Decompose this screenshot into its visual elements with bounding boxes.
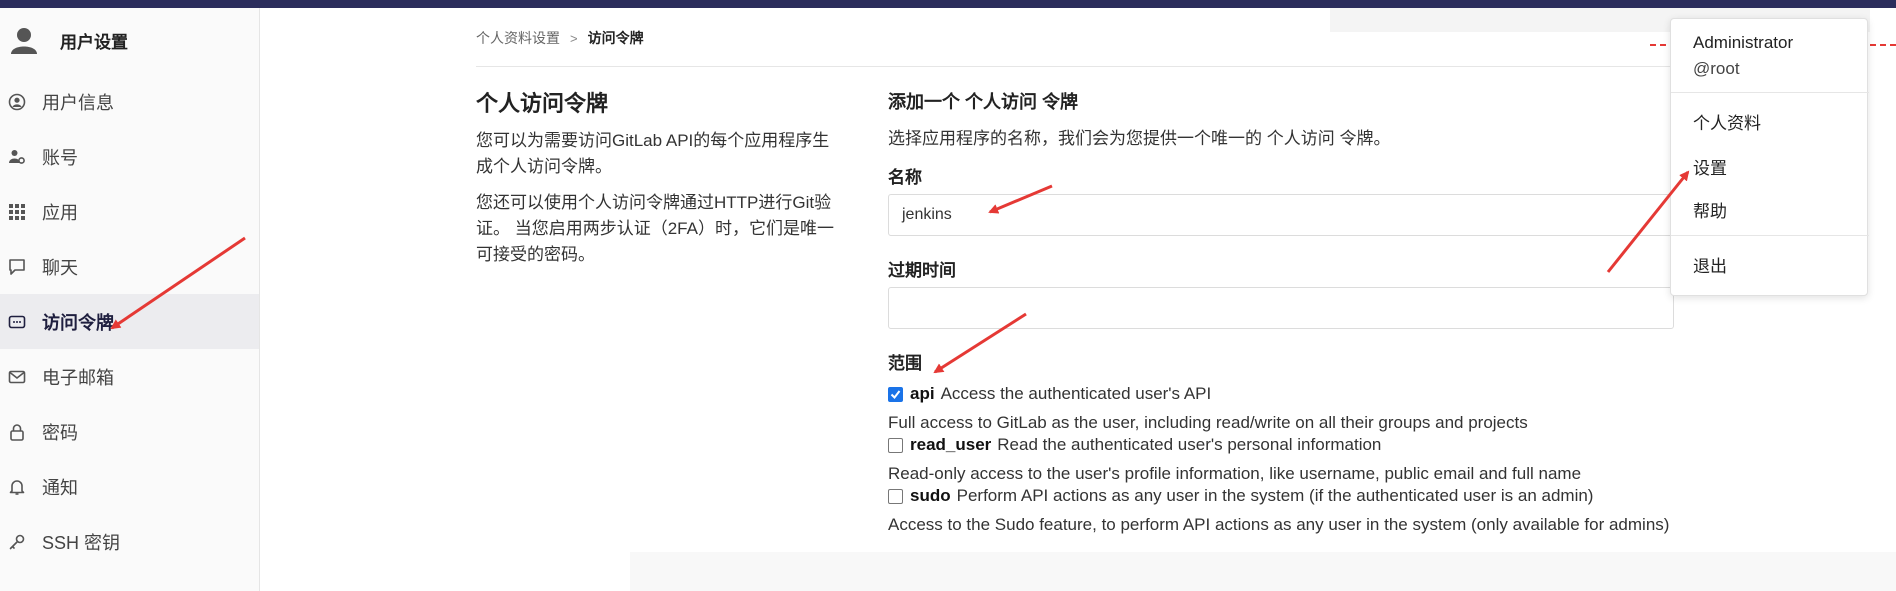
- sidebar-item-notifications[interactable]: 通知: [0, 459, 259, 514]
- breadcrumb-separator: >: [570, 30, 578, 46]
- sidebar-item-label: 应用: [42, 202, 78, 223]
- scope-sudo-name[interactable]: sudo: [910, 486, 951, 505]
- user-circle-icon: [6, 91, 28, 113]
- lock-icon: [6, 421, 28, 443]
- scope-api-checkbox[interactable]: [888, 387, 903, 402]
- scope-api: api Access the authenticated user's API: [888, 384, 1674, 404]
- sidebar-item-profile[interactable]: 用户信息: [0, 74, 259, 129]
- scope-read-user-checkbox[interactable]: [888, 438, 903, 453]
- header-divider: [476, 66, 1676, 67]
- scopes-label: 范围: [888, 354, 922, 373]
- description-paragraph-1: 您可以为需要访问GitLab API的每个应用程序生成个人访问令牌。: [476, 131, 830, 176]
- settings-sidebar: 用户设置 用户信息 账号 应用 聊天 访问令牌 电子邮箱 密码 通知 SSH 密…: [0, 8, 260, 591]
- scope-read-user: read_user Read the authenticated user's p…: [888, 435, 1674, 455]
- scope-sudo-detail: Access to the Sudo feature, to perform A…: [888, 515, 1670, 534]
- dropdown-divider: [1671, 235, 1869, 236]
- dropdown-username: @root: [1693, 59, 1740, 78]
- breadcrumb-parent-link[interactable]: 个人资料设置: [476, 28, 560, 48]
- breadcrumb: 个人资料设置 > 访问令牌: [476, 28, 644, 48]
- dropdown-item-profile[interactable]: 个人资料: [1693, 109, 1761, 134]
- scope-sudo-checkbox[interactable]: [888, 489, 903, 504]
- sidebar-item-label: 电子邮箱: [42, 367, 114, 388]
- name-label: 名称: [888, 168, 922, 187]
- token-description: 个人访问令牌 您可以为需要访问GitLab API的每个应用程序生成个人访问令牌…: [476, 86, 846, 278]
- description-paragraph-2: 您还可以使用个人访问令牌通过HTTP进行Git验证。 当您启用两步认证（2FA）…: [476, 193, 834, 264]
- chat-icon: [6, 256, 28, 278]
- sidebar-item-label: 用户信息: [42, 92, 114, 113]
- sidebar-item-applications[interactable]: 应用: [0, 184, 259, 239]
- sidebar-item-ssh-keys[interactable]: SSH 密钥: [0, 514, 259, 569]
- expiry-date-input[interactable]: [888, 287, 1674, 329]
- form-intro: 选择应用程序的名称，我们会为您提供一个唯一的 个人访问 令牌。: [888, 129, 1391, 148]
- sidebar-item-label: SSH 密钥: [42, 532, 121, 553]
- scope-read-user-name[interactable]: read_user: [910, 435, 991, 454]
- sidebar-item-label: 访问令牌: [42, 312, 114, 333]
- form-heading: 添加一个 个人访问 令牌: [888, 92, 1079, 112]
- sidebar-item-label: 密码: [42, 422, 78, 443]
- account-gear-icon: [6, 146, 28, 168]
- sidebar-item-chat[interactable]: 聊天: [0, 239, 259, 294]
- breadcrumb-current[interactable]: 访问令牌: [588, 28, 644, 48]
- dropdown-user-name: Administrator: [1693, 33, 1794, 52]
- sidebar-item-label: 账号: [42, 147, 78, 168]
- scope-sudo-summary: Perform API actions as any user in the s…: [956, 486, 1594, 505]
- sidebar-header[interactable]: 用户设置: [0, 12, 259, 68]
- token-name-value: jenkins: [902, 206, 952, 223]
- bell-icon: [6, 476, 28, 498]
- dropdown-item-signout[interactable]: 退出: [1693, 252, 1727, 277]
- scope-sudo: sudo Perform API actions as any user in t…: [888, 486, 1674, 506]
- expiry-label: 过期时间: [888, 261, 956, 280]
- sidebar-item-emails[interactable]: 电子邮箱: [0, 349, 259, 404]
- token-form: 添加一个 个人访问 令牌 选择应用程序的名称，我们会为您提供一个唯一的 个人访问…: [888, 88, 1674, 537]
- token-icon: [6, 311, 28, 333]
- sidebar-item-label: 聊天: [42, 257, 78, 278]
- sidebar-item-access-tokens[interactable]: 访问令牌: [0, 294, 259, 349]
- sidebar-item-account[interactable]: 账号: [0, 129, 259, 184]
- scope-read-user-detail: Read-only access to the user's profile i…: [888, 464, 1582, 483]
- grid-icon: [6, 201, 28, 223]
- top-navbar: [0, 0, 1896, 8]
- footer-strip: [630, 552, 1896, 591]
- scope-api-summary: Access the authenticated user's API: [940, 384, 1212, 403]
- dropdown-item-help[interactable]: 帮助: [1693, 197, 1727, 222]
- page-title: 个人访问令牌: [476, 91, 609, 116]
- dropdown-item-settings[interactable]: 设置: [1693, 154, 1727, 179]
- key-icon: [6, 531, 28, 553]
- user-dropdown-menu: Administrator @root 个人资料 设置 帮助 退出: [1670, 18, 1869, 296]
- sidebar-item-label: 通知: [42, 477, 78, 498]
- sidebar-title: 用户设置: [60, 32, 128, 52]
- scope-read-user-summary: Read the authenticated user's personal i…: [997, 435, 1382, 454]
- mail-icon: [6, 366, 28, 388]
- user-avatar-icon: [6, 22, 42, 58]
- scope-api-name[interactable]: api: [910, 384, 935, 403]
- sidebar-item-password[interactable]: 密码: [0, 404, 259, 459]
- dropdown-divider: [1671, 92, 1869, 93]
- token-name-input[interactable]: jenkins: [888, 194, 1674, 236]
- scope-api-detail: Full access to GitLab as the user, inclu…: [888, 413, 1528, 432]
